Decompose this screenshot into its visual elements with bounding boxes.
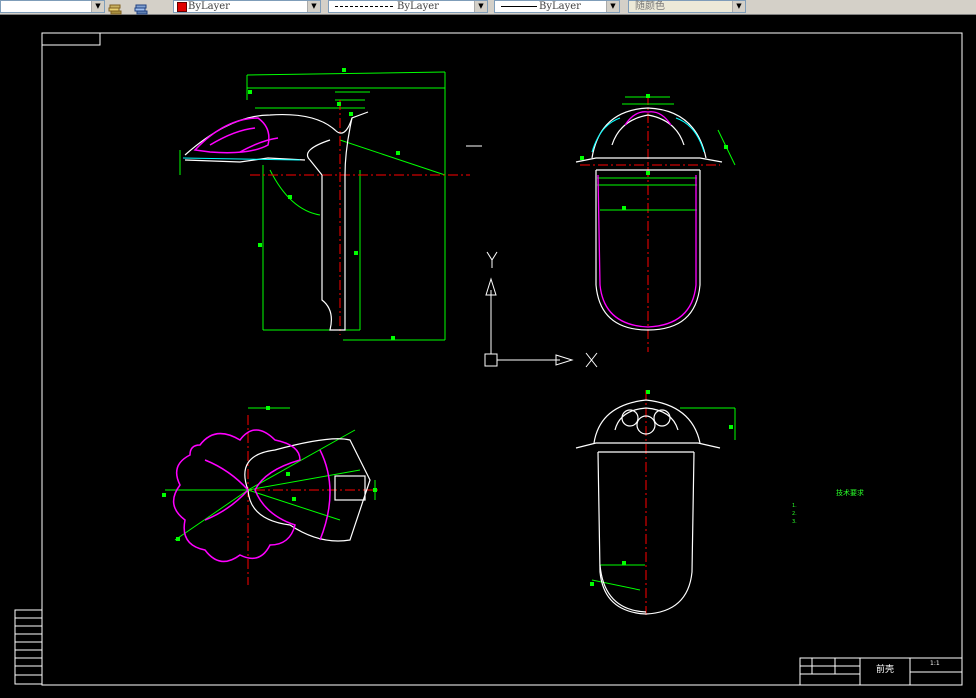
chevron-down-icon[interactable]: ▼ — [91, 1, 104, 12]
plotstyle-label: 随颜色 — [635, 1, 665, 12]
color-dropdown[interactable]: ByLayer ▼ — [173, 0, 321, 13]
layer-stack-icon[interactable] — [108, 0, 122, 15]
color-label: ByLayer — [188, 1, 230, 12]
chevron-down-icon[interactable]: ▼ — [474, 1, 487, 12]
plotstyle-dropdown[interactable]: 随颜色 ▼ — [628, 0, 746, 13]
front-view — [575, 94, 736, 352]
sheet-corner-box — [41, 32, 101, 46]
linetype-label: ByLayer — [397, 1, 439, 12]
linetype-dropdown[interactable]: ByLayer ▼ — [328, 0, 488, 13]
lineweight-preview — [501, 6, 537, 7]
linetype-preview — [335, 6, 393, 7]
lineweight-label: ByLayer — [539, 1, 581, 12]
ucs-icon — [484, 251, 598, 368]
layer-previous-icon[interactable] — [134, 0, 148, 15]
chevron-down-icon[interactable]: ▼ — [732, 1, 745, 12]
note-line-2: 2. — [792, 511, 797, 517]
lineweight-dropdown[interactable]: ByLayer ▼ — [494, 0, 620, 13]
color-swatch — [177, 2, 187, 12]
note-line-3: 3. — [792, 519, 797, 525]
cad-drawing-canvas[interactable] — [0, 14, 976, 698]
rear-view — [575, 390, 736, 615]
sheet-border — [41, 32, 963, 686]
chevron-down-icon[interactable]: ▼ — [606, 1, 619, 12]
chevron-down-icon[interactable]: ▼ — [307, 1, 320, 12]
properties-toolbar: ▼ ByLayer ▼ ByLayer ▼ ByLayer ▼ 随颜色 ▼ — [0, 0, 976, 15]
title-sheet-scale: 1:1 — [930, 660, 940, 667]
notes-title: 技术要求 — [836, 489, 864, 497]
note-line-1: 1. — [792, 503, 797, 509]
title-part-name: 前壳 — [876, 665, 895, 675]
layer-dropdown[interactable]: ▼ — [0, 0, 105, 13]
top-view — [162, 406, 380, 585]
side-view — [179, 68, 482, 341]
left-title-strip — [14, 609, 43, 685]
